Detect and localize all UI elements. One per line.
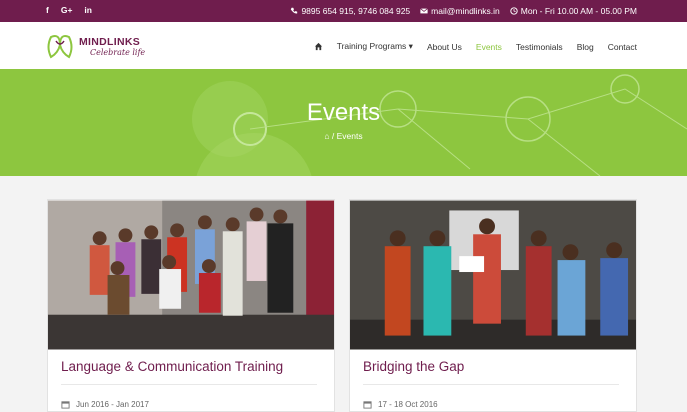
breadcrumb: ⌂ / Events xyxy=(324,131,363,141)
email-address[interactable]: mail@mindlinks.in xyxy=(431,6,500,16)
menu-item-blog[interactable]: Blog xyxy=(577,42,594,52)
divider xyxy=(61,384,317,385)
menu-item-contact[interactable]: Contact xyxy=(608,42,637,52)
calendar-icon xyxy=(61,401,70,409)
main-navbar: MINDLINKS Celebrate life Training Progra… xyxy=(0,22,687,69)
menu-item-training-programs[interactable]: Training Programs ▾ xyxy=(337,41,413,52)
envelope-icon xyxy=(420,8,429,14)
event-date-text: Jun 2016 - Jan 2017 xyxy=(76,400,149,409)
menu-item-about-us[interactable]: About Us xyxy=(427,42,462,52)
page-banner: Events ⌂ / Events xyxy=(0,69,687,176)
event-title[interactable]: Bridging the Gap xyxy=(363,359,464,374)
event-photo[interactable] xyxy=(350,200,636,350)
divider xyxy=(363,384,619,385)
social-links: f G+ in xyxy=(46,5,92,15)
office-hours: Mon - Fri 10.00 AM - 05.00 PM xyxy=(520,6,637,16)
facebook-icon[interactable]: f xyxy=(46,5,49,15)
clock-icon xyxy=(510,7,518,15)
event-photo[interactable] xyxy=(48,200,334,350)
event-date: 17 - 18 Oct 2016 xyxy=(363,400,438,409)
phone-number: 9895 654 915, 9746 084 925 xyxy=(301,6,411,16)
event-title[interactable]: Language & Communication Training xyxy=(61,359,283,374)
page-title: Events xyxy=(306,99,381,126)
menu-item-events[interactable]: Events xyxy=(476,42,502,52)
event-date: Jun 2016 - Jan 2017 xyxy=(61,400,149,409)
menu-item-testimonials[interactable]: Testimonials xyxy=(516,42,563,52)
brand-tagline: Celebrate life xyxy=(90,48,146,57)
calendar-icon xyxy=(363,401,372,409)
event-card[interactable]: Bridging the Gap 17 - 18 Oct 2016 xyxy=(349,199,637,412)
hours-item: Mon - Fri 10.00 AM - 05.00 PM xyxy=(510,6,637,16)
phone-item: 9895 654 915, 9746 084 925 xyxy=(290,6,410,16)
home-icon[interactable] xyxy=(314,42,323,51)
google-plus-icon[interactable]: G+ xyxy=(61,5,73,15)
email-item[interactable]: mail@mindlinks.in xyxy=(420,6,500,16)
main-menu: Training Programs ▾ About Us Events Test… xyxy=(314,41,637,52)
home-icon[interactable]: ⌂ xyxy=(324,131,329,141)
breadcrumb-current: Events xyxy=(336,131,363,141)
event-date-text: 17 - 18 Oct 2016 xyxy=(378,400,438,409)
phone-icon xyxy=(291,7,298,14)
linkedin-icon[interactable]: in xyxy=(84,5,92,15)
contact-info: 9895 654 915, 9746 084 925 mail@mindlink… xyxy=(290,6,637,16)
brand-name[interactable]: MINDLINKS xyxy=(79,36,140,48)
top-bar: f G+ in 9895 654 915, 9746 084 925 mail@… xyxy=(0,0,687,22)
event-card[interactable]: Language & Communication Training Jun 20… xyxy=(47,199,335,412)
